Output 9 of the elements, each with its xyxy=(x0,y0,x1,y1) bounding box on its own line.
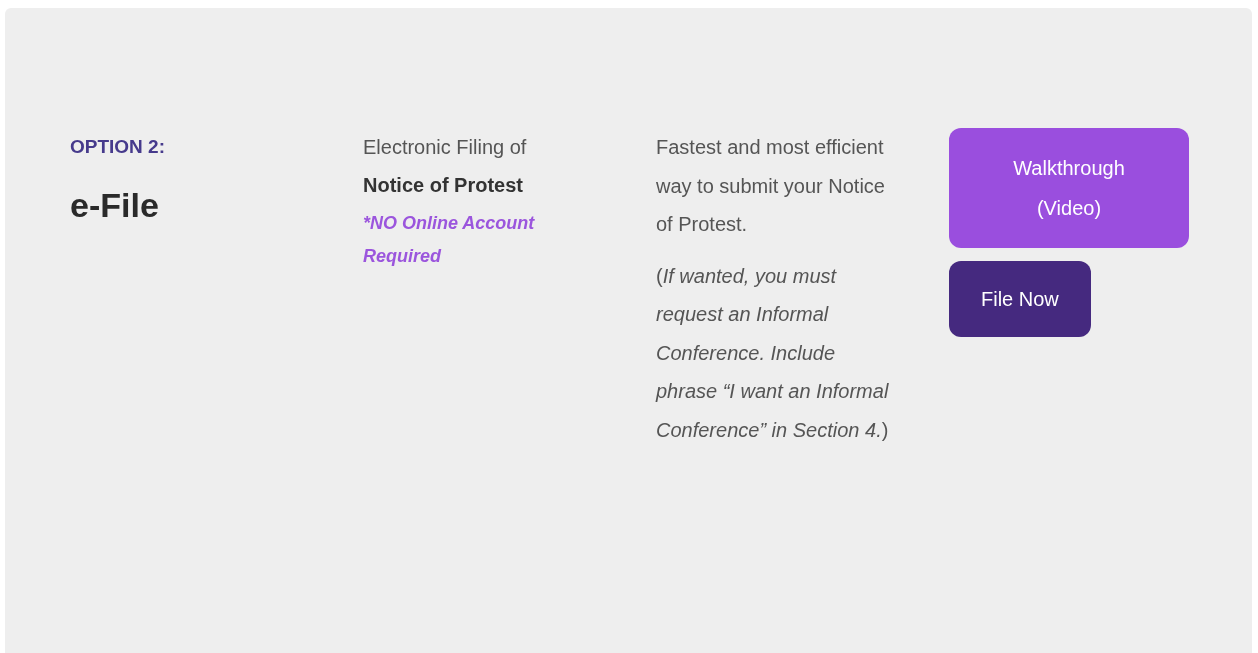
summary-text: Fastest and most efficient way to submit your Notice of Protest. xyxy=(656,135,886,237)
option-label: OPTION 2: xyxy=(70,136,165,158)
remark-text: (If wanted, you must request an Informal Conference. Include phrase “I want an Informal Conference” in Section 4.) xyxy=(656,263,890,443)
file-now-button[interactable]: File Now xyxy=(949,261,1091,337)
account-note: *NO Online Account Required xyxy=(363,212,536,268)
walkthrough-button[interactable]: Walkthrough (Video) xyxy=(949,128,1189,248)
option-title: e-File xyxy=(70,186,159,225)
method-name: Notice of Protest xyxy=(363,173,524,198)
method-intro: Electronic Filing of xyxy=(363,135,527,160)
